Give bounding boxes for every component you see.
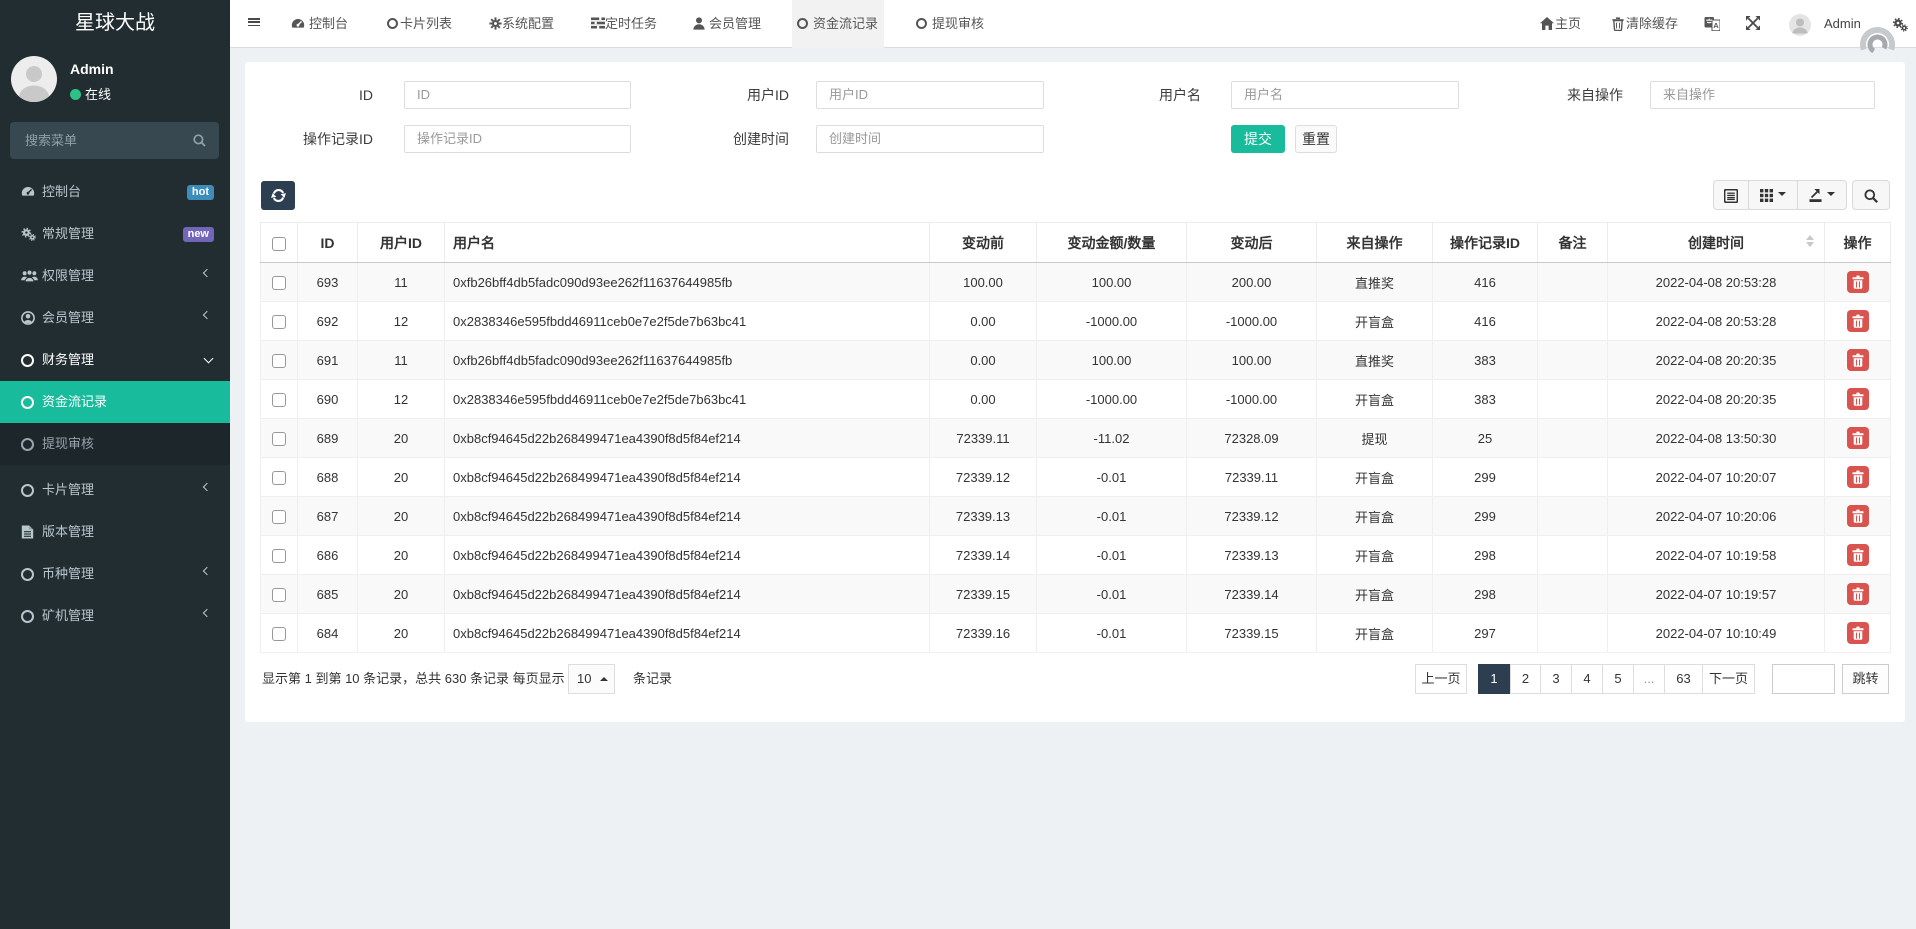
svg-text:A: A [1713, 21, 1719, 30]
